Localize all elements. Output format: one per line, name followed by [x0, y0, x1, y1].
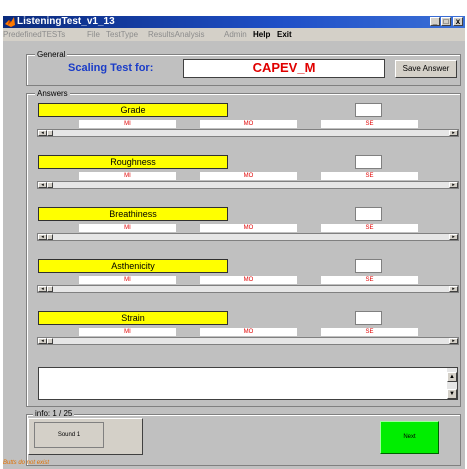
slider-left-arrow[interactable]: ◂	[38, 130, 47, 136]
next-button[interactable]: Next	[380, 421, 439, 454]
slider-left-arrow[interactable]: ◂	[38, 234, 47, 240]
slider-right-arrow[interactable]: ▸	[449, 182, 458, 188]
scale-mi-label: MI	[79, 224, 176, 232]
scale-mo-label: MO	[200, 328, 297, 336]
slider-right-arrow[interactable]: ▸	[449, 338, 458, 344]
menu-bar: PredefinedTESTs File TestType ResultsAna…	[3, 28, 465, 41]
slider-right-arrow[interactable]: ▸	[449, 286, 458, 292]
slider-thumb[interactable]	[47, 286, 53, 292]
scale-mo-label: MO	[200, 276, 297, 284]
scale-se-label: SE	[321, 172, 418, 180]
slider-left-arrow[interactable]: ◂	[38, 286, 47, 292]
status-text: Butts do not exist	[3, 460, 50, 466]
rating-slider[interactable]: ◂ ▸	[37, 129, 459, 137]
slider-thumb[interactable]	[47, 234, 53, 240]
attribute-label: Grade	[38, 103, 228, 117]
rating-slider[interactable]: ◂ ▸	[37, 181, 459, 189]
attribute-label: Asthenicity	[38, 259, 228, 273]
menu-exit[interactable]: Exit	[277, 28, 292, 41]
scale-se-label: SE	[321, 328, 418, 336]
slider-right-arrow[interactable]: ▸	[449, 130, 458, 136]
rating-slider[interactable]: ◂ ▸	[37, 285, 459, 293]
sound-1-label: Sound 1	[34, 422, 104, 448]
sound-1-button[interactable]: Sound 1	[28, 418, 143, 455]
attribute-value	[355, 207, 382, 221]
slider-thumb[interactable]	[47, 338, 53, 344]
rating-slider[interactable]: ◂ ▸	[37, 233, 459, 241]
main-window: ListeningTest_v1_13 _ □ x PredefinedTEST…	[3, 16, 465, 469]
scale-se-label: SE	[321, 276, 418, 284]
menu-results-analysis[interactable]: ResultsAnalysis	[148, 28, 204, 41]
menu-predefined-tests[interactable]: PredefinedTESTs	[3, 28, 65, 41]
slider-thumb[interactable]	[47, 130, 53, 136]
scroll-down-arrow[interactable]: ▼	[447, 389, 457, 399]
general-panel-title: General	[35, 50, 68, 59]
slider-right-arrow[interactable]: ▸	[449, 234, 458, 240]
minimize-button[interactable]: _	[430, 17, 440, 26]
close-button[interactable]: x	[453, 17, 463, 26]
scale-mi-label: MI	[79, 172, 176, 180]
attribute-label: Strain	[38, 311, 228, 325]
slider-left-arrow[interactable]: ◂	[38, 182, 47, 188]
scale-mo-label: MO	[200, 120, 297, 128]
scroll-up-arrow[interactable]: ▲	[447, 372, 457, 382]
attribute-value	[355, 103, 382, 117]
scale-mi-label: MI	[79, 328, 176, 336]
maximize-button[interactable]: □	[441, 17, 451, 26]
answers-panel	[26, 93, 461, 407]
attribute-value	[355, 311, 382, 325]
scale-se-label: SE	[321, 224, 418, 232]
answers-panel-title: Answers	[35, 89, 70, 98]
scale-mo-label: MO	[200, 224, 297, 232]
scale-mi-label: MI	[79, 120, 176, 128]
menu-test-type[interactable]: TestType	[106, 28, 138, 41]
save-answer-button[interactable]: Save Answer	[395, 60, 457, 78]
scale-name-field: CAPEV_M	[183, 59, 385, 78]
slider-left-arrow[interactable]: ◂	[38, 338, 47, 344]
attribute-label: Roughness	[38, 155, 228, 169]
comment-textarea[interactable]: ▲ ▼	[38, 367, 458, 400]
title-bar: ListeningTest_v1_13 _ □ x	[3, 16, 465, 28]
scale-mo-label: MO	[200, 172, 297, 180]
scaling-test-label: Scaling Test for:	[68, 62, 154, 74]
matlab-icon	[5, 17, 15, 27]
scale-mi-label: MI	[79, 276, 176, 284]
attribute-value	[355, 155, 382, 169]
scale-se-label: SE	[321, 120, 418, 128]
attribute-value	[355, 259, 382, 273]
menu-admin[interactable]: Admin	[224, 28, 247, 41]
menu-help[interactable]: Help	[253, 28, 270, 41]
menu-file[interactable]: File	[87, 28, 100, 41]
slider-thumb[interactable]	[47, 182, 53, 188]
window-title: ListeningTest_v1_13	[17, 16, 115, 27]
rating-slider[interactable]: ◂ ▸	[37, 337, 459, 345]
comment-scrollbar[interactable]: ▲ ▼	[447, 368, 457, 399]
attribute-label: Breathiness	[38, 207, 228, 221]
info-label: info: 1 / 25	[33, 409, 75, 418]
